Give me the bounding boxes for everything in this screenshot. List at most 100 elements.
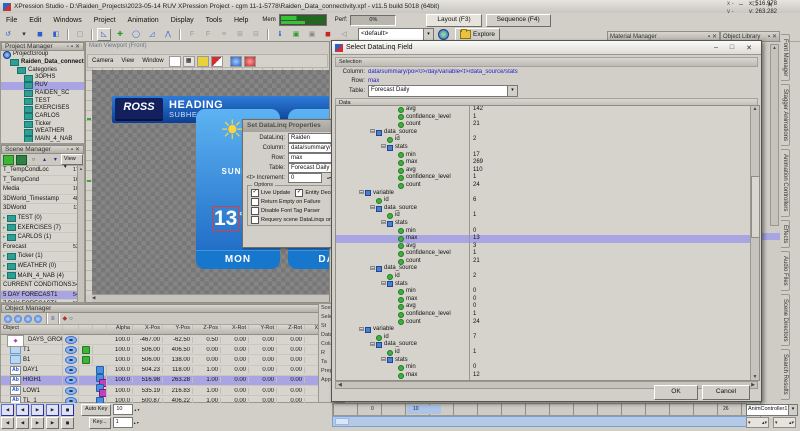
scene-row-5-day-forecast1[interactable]: 5 DAY FORECAST1541 [1, 291, 84, 301]
tab-search-results[interactable]: Search Results [781, 349, 790, 400]
add-quad-icon[interactable] [24, 315, 32, 323]
move-up-icon[interactable]: ▴ [40, 156, 49, 164]
refresh-globe-icon[interactable] [438, 29, 449, 40]
checkbox-icon[interactable]: ✓ [295, 189, 303, 197]
project-tree-item-ruv[interactable]: RUV [1, 82, 84, 90]
save-icon[interactable]: ◼ [33, 28, 47, 41]
edit-icon[interactable] [197, 56, 209, 67]
collapse-icon[interactable]: ⊟ [369, 266, 376, 273]
auto-key-button[interactable]: Auto Key [81, 404, 111, 416]
checkbox-requery-scene-datalinqs-on-dat[interactable]: Requery scene DataLinqs on dat [251, 216, 341, 224]
tree-row-min[interactable]: min0 [336, 288, 750, 296]
cancel-button[interactable]: Cancel [702, 385, 750, 400]
lead-icon[interactable]: ⊟ [249, 28, 263, 41]
scale-tool-icon[interactable]: ◿ [145, 28, 159, 41]
collapse-icon[interactable]: ⊟ [369, 342, 376, 349]
project-tree-item-ticker[interactable]: Ticker [1, 121, 84, 129]
scene-row-t_tempcondloc[interactable]: T_TempCondLoc170 [1, 166, 84, 176]
menu-project[interactable]: Project [88, 16, 122, 25]
stop-icon[interactable]: ▢ [73, 28, 87, 41]
tree-row-count[interactable]: count21 [336, 121, 750, 129]
project-tree-item-3ophs[interactable]: 3OPHS [1, 74, 84, 82]
collapse-icon[interactable]: ⊟ [358, 327, 365, 334]
checkbox-return-empty-on-failure[interactable]: Return Empty on Failure [251, 198, 321, 206]
tree-row-confidence_level[interactable]: confidence_level1 [336, 311, 750, 319]
scene-row-ticker-1-[interactable]: ▸Ticker (1) [1, 252, 84, 262]
scene-row-main_4_nab-4-[interactable]: ▸MAIN_4_NAB (4) [1, 272, 84, 282]
align-icon[interactable]: ≡ [217, 28, 231, 41]
font-2-icon[interactable]: F [201, 28, 215, 41]
link-icon[interactable]: ◆ [63, 315, 68, 322]
dock-icon[interactable]: ▫ [67, 44, 69, 50]
move-down-icon[interactable]: ▾ [51, 156, 60, 164]
tab-stagger-animations[interactable]: Stagger Animations [781, 84, 790, 146]
scene-row-3dworld_timestamp[interactable]: 3DWorld_Timestamp480 [1, 195, 84, 205]
object-row-low1[interactable]: AbLOW1100.0535.19216.831.000.000.000.00 [1, 386, 331, 396]
project-tree-item-main_4_nab[interactable]: MAIN_4_NAB [1, 136, 84, 142]
pin-icon[interactable]: ▪ [708, 34, 710, 40]
transport-4[interactable]: ◼ [61, 417, 74, 429]
select-tool-icon[interactable]: ◺ [97, 28, 111, 41]
scene-list-scrollbar[interactable]: ▲ [77, 166, 84, 302]
tree-row-min[interactable]: min0 [336, 228, 750, 236]
tree-row-variable[interactable]: ⊟variable [336, 190, 750, 198]
collapse-icon[interactable]: ⊟ [380, 144, 387, 151]
open-icon[interactable]: ↺ [1, 28, 15, 41]
object-row-days_group[interactable]: ◆DAYS_GROUP100.0-467.00-62.500.500.000.0… [1, 335, 331, 345]
view-dropdown[interactable]: View ▾ [61, 154, 83, 165]
close-icon[interactable]: ✕ [75, 146, 80, 153]
timeline-ruler[interactable]: 01026 [332, 403, 747, 416]
sequence-mode-button[interactable]: Sequence (F4) [486, 14, 551, 27]
menu-file[interactable]: File [0, 16, 23, 25]
open-dropdown-icon[interactable]: ▾ [17, 28, 31, 41]
project-tree-item-carlos[interactable]: CARLOS [1, 113, 84, 121]
auto-key-value[interactable]: 10 [113, 404, 133, 415]
font-1-icon[interactable]: F [185, 28, 199, 41]
scene-row-exercises-7-[interactable]: ▸EXERCISES (7) [1, 224, 84, 234]
dock-icon[interactable]: ▫ [67, 147, 69, 153]
tab-effects[interactable]: Effects [781, 220, 790, 248]
scene-row-current-conditions1[interactable]: CURRENT CONDITIONS1540 [1, 281, 84, 291]
info-icon[interactable]: ℹ [273, 28, 287, 41]
tree-row-confidence_level[interactable]: confidence_level1 [336, 250, 750, 258]
menu-animation[interactable]: Animation [122, 16, 165, 25]
tree-row-data_source[interactable]: ⊟data_source [336, 205, 750, 213]
checkbox-live-update[interactable]: ✓Live Update [251, 189, 290, 197]
spinner-left[interactable]: ▾▴▾ [746, 417, 769, 428]
key-value[interactable]: 1 [113, 417, 133, 428]
pin-icon[interactable]: ▪ [71, 147, 73, 153]
tree-row-id[interactable]: id1 [336, 349, 750, 357]
table-dropdown[interactable]: Forecast Daily ▾ [368, 85, 518, 97]
timeline-keyframe-bar[interactable] [332, 416, 747, 427]
tree-row-max[interactable]: max0 [336, 296, 750, 304]
viewport-menu-window[interactable]: Window [138, 58, 167, 64]
default-preset-dropdown[interactable]: <default>▾ [358, 28, 434, 41]
menu-windows[interactable]: Windows [47, 16, 87, 25]
search-icon[interactable]: ○ [29, 156, 38, 164]
tree-row-max[interactable]: max13 [336, 235, 750, 243]
temp-selection-box[interactable]: 13 [212, 206, 239, 231]
page-icon[interactable] [169, 56, 181, 67]
checkbox-icon[interactable]: ✓ [251, 189, 259, 197]
chevron-down-icon[interactable]: ▾ [788, 405, 797, 415]
duplicate-scene-icon[interactable] [16, 155, 27, 165]
layout-mode-button[interactable]: Layout (F3) [426, 14, 481, 27]
audio-icon[interactable]: ◁ [337, 28, 351, 41]
tree-row-confidence_level[interactable]: confidence_level1 [336, 114, 750, 122]
tree-row-avg[interactable]: avg3 [336, 243, 750, 251]
close-icon[interactable]: ✕ [712, 33, 717, 40]
tree-row-count[interactable]: count21 [336, 258, 750, 266]
preview-icon[interactable] [211, 56, 223, 67]
checkbox-icon[interactable] [251, 207, 259, 215]
tree-row-id[interactable]: id7 [336, 334, 750, 342]
row-value-link[interactable]: max [368, 78, 379, 84]
tree-row-avg[interactable]: avg0 [336, 303, 750, 311]
collapse-icon[interactable]: ⊟ [380, 220, 387, 227]
add-text-icon[interactable] [14, 315, 22, 323]
move-tool-icon[interactable]: ✚ [113, 28, 127, 41]
eye-icon[interactable] [65, 376, 77, 384]
menu-tools[interactable]: Tools [200, 16, 228, 25]
search-icon[interactable]: ○ [69, 316, 73, 322]
eye-icon[interactable] [65, 356, 77, 364]
eye-icon[interactable] [65, 366, 77, 374]
